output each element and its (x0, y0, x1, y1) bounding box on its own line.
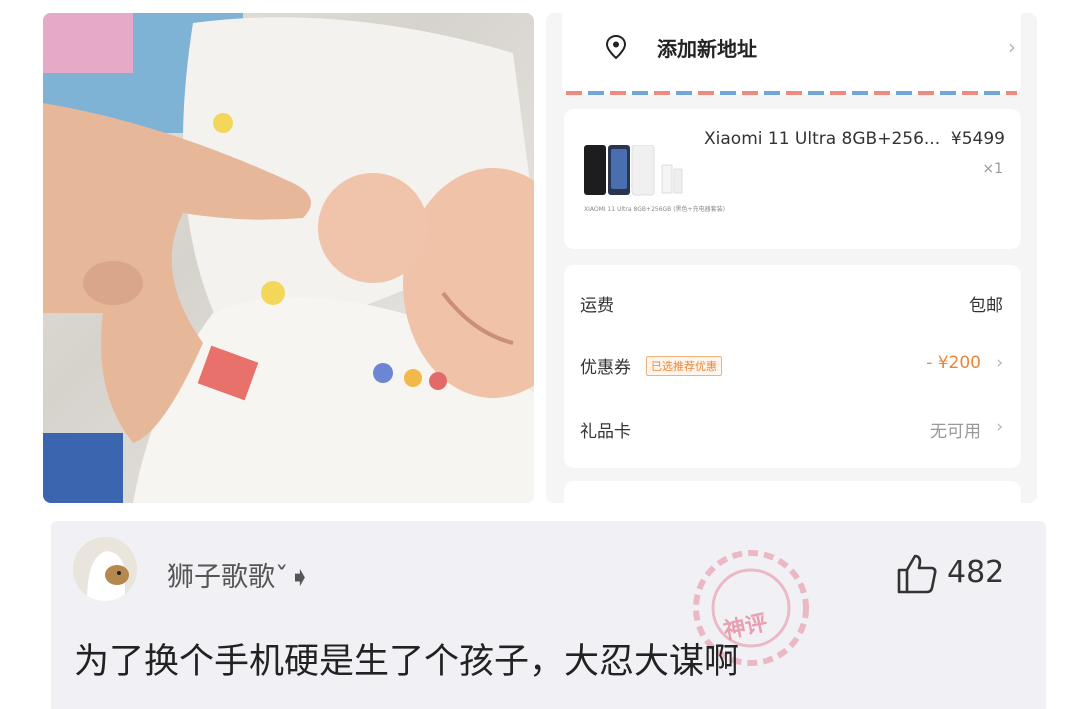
giftcard-value: 无可用 (930, 422, 981, 442)
avatar[interactable] (73, 537, 137, 601)
next-card (564, 481, 1021, 503)
chevron-right-icon: › (996, 353, 1003, 373)
phone-thumbnail-icon (584, 145, 683, 196)
order-screenshot: 添加新地址 › XIAOMI 11 Ultra 8GB+256GB (黑色+充电… (546, 13, 1037, 503)
coupon-tag: 已选推荐优惠 (646, 356, 722, 376)
product-price: ¥5499 (950, 129, 1005, 149)
post-photo[interactable] (43, 13, 534, 503)
fees-card: 运费 包邮 优惠券 已选推荐优惠 - ¥200 › 礼品卡 无可用 › (564, 265, 1021, 468)
product-name: Xiaomi 11 Ultra 8GB+256... (704, 129, 941, 149)
shipping-label: 运费 (580, 296, 614, 316)
product-quantity: ×1 (982, 161, 1003, 177)
like-count: 482 (947, 555, 1005, 590)
baby-photo-illustration (43, 13, 534, 503)
product-card[interactable]: XIAOMI 11 Ultra 8GB+256GB (黑色+充电器套装) Xia… (564, 109, 1021, 249)
giftcard-row[interactable]: 礼品卡 无可用 › (580, 417, 1003, 447)
thumbnail-caption: XIAOMI 11 Ultra 8GB+256GB (黑色+充电器套装) (584, 206, 725, 213)
location-pin-icon (606, 35, 626, 59)
coupon-value: - ¥200 (926, 353, 981, 373)
add-address-row[interactable]: 添加新地址 › (562, 13, 1021, 95)
shipping-row: 运费 包邮 (580, 291, 1003, 321)
username[interactable]: 狮子歌歌ˇ➧ (167, 555, 311, 594)
giftcard-label: 礼品卡 (580, 422, 631, 442)
coupon-label: 优惠券 (580, 358, 631, 378)
add-address-label: 添加新地址 (657, 37, 757, 61)
avatar-image-icon (73, 537, 137, 601)
envelope-stripe (566, 91, 1017, 95)
coupon-row[interactable]: 优惠券 已选推荐优惠 - ¥200 › (580, 353, 1003, 383)
comment-card: 狮子歌歌ˇ➧ 神评 482 为了换个手机硬是生了个孩子，大忍大谋啊 (51, 521, 1046, 709)
comment-text: 为了换个手机硬是生了个孩子，大忍大谋啊 (74, 642, 740, 682)
shipping-value: 包邮 (969, 296, 1003, 316)
chevron-right-icon: › (996, 417, 1003, 437)
thumbs-up-icon[interactable] (895, 552, 939, 596)
chevron-right-icon: › (1008, 35, 1016, 59)
